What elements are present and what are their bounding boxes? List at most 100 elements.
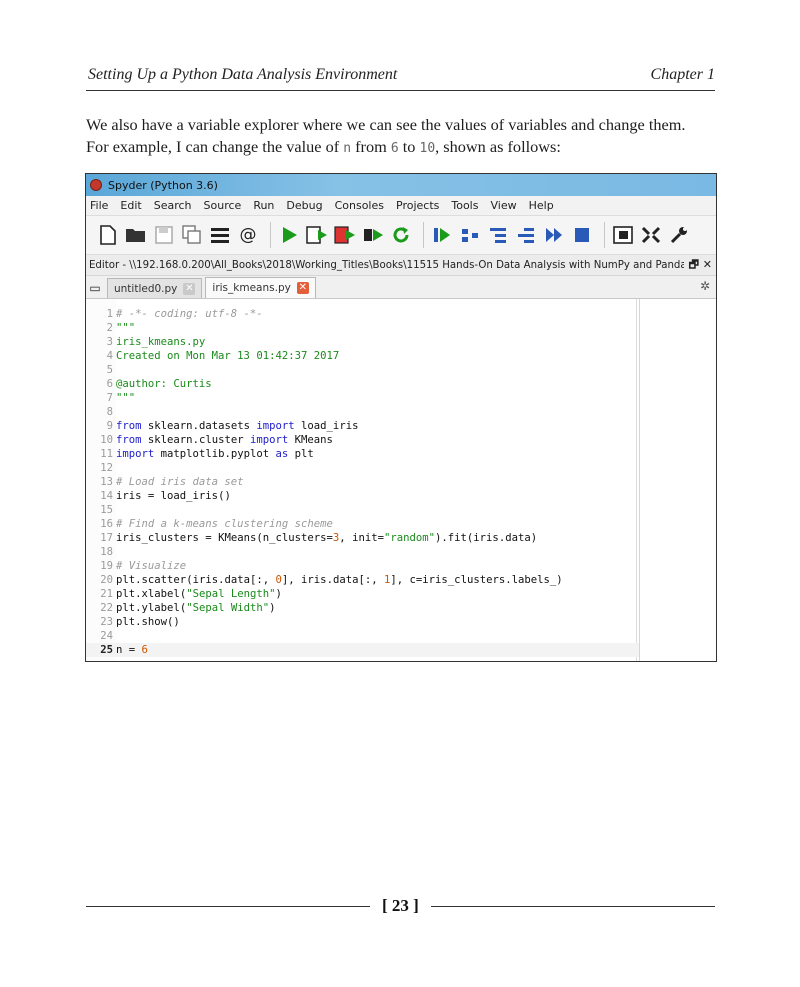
line-number: 8 bbox=[106, 406, 113, 418]
tab-iris-kmeans[interactable]: iris_kmeans.py ✕ bbox=[205, 277, 316, 298]
file-list-icon[interactable] bbox=[208, 223, 232, 247]
line-number: 19 bbox=[100, 560, 113, 572]
debug-icon[interactable] bbox=[430, 223, 454, 247]
code-line: 5 bbox=[86, 363, 698, 377]
footer-rule-right bbox=[431, 906, 715, 907]
code-text: # Load iris data set bbox=[116, 476, 244, 488]
menu-file[interactable]: File bbox=[90, 199, 108, 212]
code-line: 6 @author: Curtis bbox=[86, 377, 698, 391]
code-line: 22 plt.ylabel("Sepal Width") bbox=[86, 601, 698, 615]
fullscreen-icon[interactable] bbox=[639, 223, 663, 247]
line-number: 2 bbox=[106, 322, 113, 334]
line-number: 25 bbox=[100, 644, 113, 656]
step-icon[interactable] bbox=[458, 223, 482, 247]
run-cell-icon[interactable] bbox=[305, 223, 329, 247]
options-gear-icon[interactable]: ✲ bbox=[700, 279, 710, 293]
tab-untitled0[interactable]: untitled0.py ✕ bbox=[107, 278, 203, 298]
footer-rule-left bbox=[86, 906, 370, 907]
tab-label: untitled0.py bbox=[114, 282, 178, 295]
run-selection-icon[interactable] bbox=[361, 223, 385, 247]
run-icon[interactable] bbox=[277, 223, 301, 247]
menu-view[interactable]: View bbox=[490, 199, 516, 212]
rerun-icon[interactable] bbox=[389, 223, 413, 247]
title-bar[interactable]: Spyder (Python 3.6) bbox=[86, 174, 716, 196]
menu-tools[interactable]: Tools bbox=[451, 199, 478, 212]
code-text: iris_clusters = KMeans(n_clusters=3, ini… bbox=[116, 532, 538, 544]
line-number: 10 bbox=[100, 434, 113, 446]
line-number: 9 bbox=[106, 420, 113, 432]
menu-run[interactable]: Run bbox=[253, 199, 274, 212]
menu-help[interactable]: Help bbox=[529, 199, 554, 212]
editor-right-panel bbox=[639, 299, 716, 661]
code-line: 17 iris_clusters = KMeans(n_clusters=3, i… bbox=[86, 531, 698, 545]
preferences-wrench-icon[interactable] bbox=[667, 223, 691, 247]
line-number: 15 bbox=[100, 504, 113, 516]
intro-paragraph: We also have a variable explorer where w… bbox=[86, 114, 726, 160]
menu-source[interactable]: Source bbox=[204, 199, 242, 212]
code-line: 7 """ bbox=[86, 391, 698, 405]
maximize-pane-icon[interactable] bbox=[611, 223, 635, 247]
line-number: 14 bbox=[100, 490, 113, 502]
window-title: Spyder (Python 3.6) bbox=[108, 178, 218, 192]
save-all-icon[interactable] bbox=[180, 223, 204, 247]
code-line: 3 iris_kmeans.py bbox=[86, 335, 698, 349]
page-number: [ 23 ] bbox=[382, 896, 419, 915]
line-number: 22 bbox=[100, 602, 113, 614]
code-line: 24 bbox=[86, 629, 698, 643]
code-editor[interactable]: 1 # -*- coding: utf-8 -*- 2 """ 3 iris_kmeans… bbox=[86, 299, 716, 661]
step-return-icon[interactable] bbox=[514, 223, 538, 247]
intro-line-1: We also have a variable explorer where w… bbox=[86, 115, 686, 134]
spyder-window: Spyder (Python 3.6) File Edit Search Sou… bbox=[85, 173, 717, 662]
code-text: Created on Mon Mar 13 01:42:37 2017 bbox=[116, 350, 340, 362]
code-line: 23 plt.show() bbox=[86, 615, 698, 629]
toolbar: @ bbox=[86, 215, 716, 255]
line-number: 16 bbox=[100, 518, 113, 530]
page-header-chapter: Chapter 1 bbox=[650, 66, 715, 83]
code-text: # Find a k-means clustering scheme bbox=[116, 518, 333, 530]
menu-projects[interactable]: Projects bbox=[396, 199, 439, 212]
code-line: 25 n = 6 bbox=[86, 643, 698, 657]
tab-close-icon[interactable]: ✕ bbox=[296, 282, 309, 294]
intro-text: from bbox=[351, 137, 391, 156]
menu-edit[interactable]: Edit bbox=[120, 199, 141, 212]
code-line: 1 # -*- coding: utf-8 -*- bbox=[86, 307, 698, 321]
menu-debug[interactable]: Debug bbox=[286, 199, 322, 212]
open-folder-icon[interactable] bbox=[124, 223, 148, 247]
continue-icon[interactable] bbox=[542, 223, 566, 247]
menu-search[interactable]: Search bbox=[154, 199, 192, 212]
pane-undock-close-icon[interactable]: 🗗 ✕ bbox=[684, 256, 716, 275]
code-text: # Visualize bbox=[116, 560, 187, 572]
code-line: 4 Created on Mon Mar 13 01:42:37 2017 bbox=[86, 349, 698, 363]
stop-debug-icon[interactable] bbox=[570, 223, 594, 247]
page-header-title: Setting Up a Python Data Analysis Enviro… bbox=[88, 66, 398, 83]
step-into-icon[interactable] bbox=[486, 223, 510, 247]
code-text: plt.ylabel("Sepal Width") bbox=[116, 602, 276, 614]
line-number: 4 bbox=[106, 350, 113, 362]
menu-consoles[interactable]: Consoles bbox=[335, 199, 384, 212]
code-line: 13 # Load iris data set bbox=[86, 475, 698, 489]
code-text: iris = load_iris() bbox=[116, 490, 231, 502]
line-number: 7 bbox=[106, 392, 113, 404]
intro-text: , shown as follows: bbox=[435, 137, 561, 156]
code-line: 9 from sklearn.datasets import load_iris bbox=[86, 419, 698, 433]
line-number: 13 bbox=[100, 476, 113, 488]
spyder-logo-icon bbox=[90, 179, 102, 191]
code-line: 16 # Find a k-means clustering scheme bbox=[86, 517, 698, 531]
code-line: 12 bbox=[86, 461, 698, 475]
run-cell-advance-icon[interactable] bbox=[333, 223, 357, 247]
save-icon[interactable] bbox=[152, 223, 176, 247]
line-number: 5 bbox=[106, 364, 113, 376]
new-file-icon[interactable] bbox=[96, 223, 120, 247]
code-line: 8 bbox=[86, 405, 698, 419]
line-number: 3 bbox=[106, 336, 113, 348]
at-symbol-icon[interactable]: @ bbox=[236, 223, 260, 247]
line-number: 11 bbox=[100, 448, 113, 460]
code-text: import matplotlib.pyplot as plt bbox=[116, 448, 314, 460]
editor-pane-header: Editor - \\192.168.0.200\All_Books\2018\… bbox=[86, 255, 716, 276]
code-line: 21 plt.xlabel("Sepal Length") bbox=[86, 587, 698, 601]
editor-tabbar: ▭ untitled0.py ✕ iris_kmeans.py ✕ ✲ bbox=[86, 276, 716, 299]
tab-close-icon[interactable]: ✕ bbox=[183, 282, 196, 295]
line-number: 18 bbox=[100, 546, 113, 558]
browse-tabs-icon[interactable]: ▭ bbox=[86, 278, 104, 298]
code-line: 15 bbox=[86, 503, 698, 517]
